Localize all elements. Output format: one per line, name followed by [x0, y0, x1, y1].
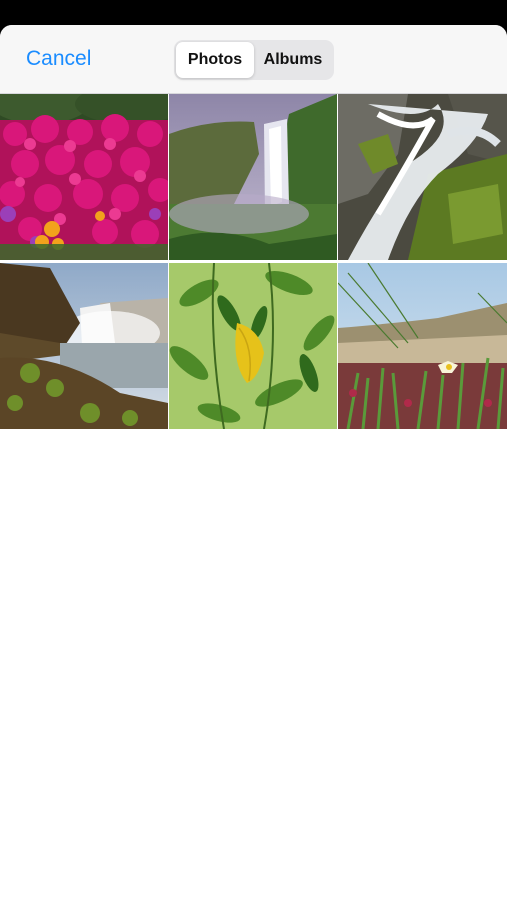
photo-thumbnail-pink-flowers[interactable] [0, 94, 168, 260]
photo-thumbnail-waterfall-rocks[interactable] [338, 94, 507, 260]
photo-thumbnail-yellow-leaf[interactable] [169, 263, 337, 429]
photo-picker-sheet: Cancel Photos Albums [0, 25, 507, 900]
photo-thumbnail-waterfall-cliff[interactable] [0, 263, 168, 429]
photos-albums-segmented-control: Photos Albums [174, 40, 334, 80]
segment-photos[interactable]: Photos [176, 42, 254, 78]
photo-grid [0, 94, 507, 429]
navigation-bar: Cancel Photos Albums [0, 25, 507, 94]
cancel-button[interactable]: Cancel [26, 45, 91, 73]
segment-albums[interactable]: Albums [254, 42, 332, 78]
photo-thumbnail-coastal-grass[interactable] [338, 263, 507, 429]
photo-thumbnail-waterfall-valley[interactable] [169, 94, 337, 260]
